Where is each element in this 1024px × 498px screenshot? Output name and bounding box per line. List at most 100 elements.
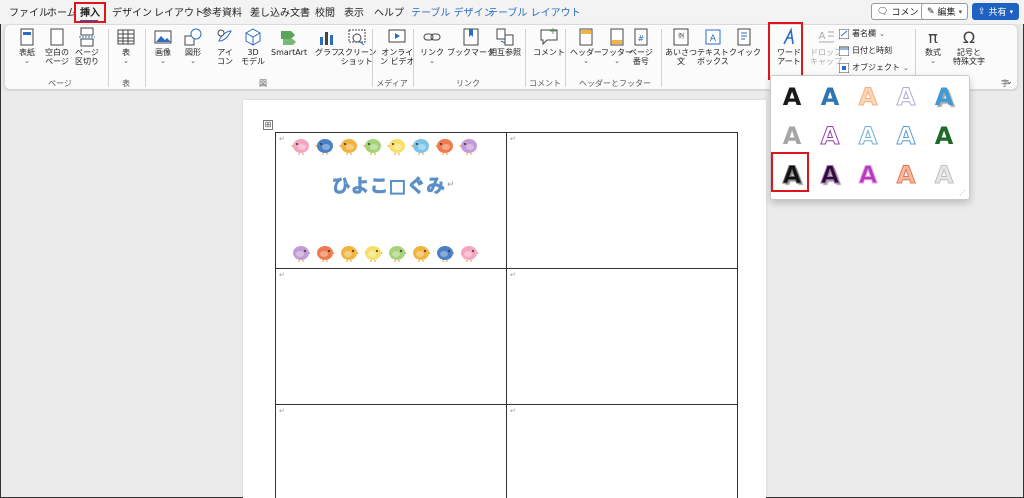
cell-end-mark: ↵ [279,407,285,415]
wordart-style-fill-silver[interactable]: A [927,158,961,192]
bird-icon [293,246,311,262]
object-icon [839,62,849,73]
wordart-style-fill-orange-bevel[interactable]: A [889,158,923,192]
bird-icon [315,139,333,155]
text-box-icon: A [705,29,721,45]
wordart-style-fill-black-purple-shadow[interactable]: A [813,158,847,192]
share-button[interactable]: ⇪ 共有 ▾ [972,3,1020,20]
page-number-icon: # [634,28,648,46]
comment-add-icon [540,28,558,46]
comment-icon: 🗨 [877,6,889,17]
bird-icon [387,139,405,155]
tab-insert[interactable]: 挿入 [80,4,100,19]
pi-icon: π [928,28,938,47]
wordart-style-fill-black-shadow[interactable]: A [775,158,809,192]
page-number-button[interactable]: # ページ 番号 [629,27,653,66]
blank-page-button[interactable]: 空白の ページ [45,27,69,66]
screenshot-button[interactable]: スクリーン ショット [337,27,377,66]
table-button[interactable]: 表 ⌄ [116,27,136,66]
bird-icon [363,139,381,155]
smartart-icon [281,31,297,45]
wordart-gallery: ⋰ AAAAAAAAAAAAAAA [770,75,970,200]
object-button[interactable]: オブジェクト ⌄ [839,62,909,73]
cross-reference-button[interactable]: 相互参照 [489,27,521,57]
table-move-handle-icon[interactable]: ⊞ [263,120,273,130]
tab-table-design[interactable]: テーブル デザイン [411,4,494,19]
group-label-media: メディア [376,79,408,88]
icons-button[interactable]: アイ コン [215,27,235,66]
wordart-style-fill-black[interactable]: A [775,80,809,114]
bird-icon [389,246,407,262]
paragraph-mark: ↵ [447,180,455,190]
tab-file[interactable]: ファイル [9,4,49,19]
wordart-style-fill-blue-shadow[interactable]: A [927,80,961,114]
wordart-style-fill-orange-outline[interactable]: A [851,80,885,114]
greeting-button[interactable]: 例 あいさつ文 [665,27,697,66]
page-break-button[interactable]: ページ 区切り [75,27,99,66]
group-label-pages: ページ [48,79,72,88]
bookmark-button[interactable]: ブックマーク [447,27,495,57]
picture-button[interactable]: 画像 ⌄ [153,27,173,66]
tab-mailings[interactable]: 差し込み文書 [250,4,310,19]
3d-models-button[interactable]: 3D モデル [241,27,265,66]
wordart-style-outline-lightblue[interactable]: A [851,119,885,153]
bird-icon [459,139,477,155]
svg-text:Ω: Ω [963,28,975,47]
cube-icon [245,28,261,46]
tab-home[interactable]: ホーム [47,4,77,19]
wordart-button[interactable]: ワード アート [777,27,801,66]
table-icon [117,29,135,45]
online-video-button[interactable]: オンライン ビデオ [380,27,415,66]
wordart-style-fill-gray[interactable]: A [775,119,809,153]
group-label-table: 表 [122,79,130,88]
tab-layout[interactable]: レイアウト [154,4,204,19]
chevron-down-icon: ▾ [1009,7,1014,16]
chevron-down-icon[interactable]: ⌄ [1005,77,1013,87]
signature-line-button[interactable]: 署名欄 ⌄ [839,28,885,39]
active-tab-indicator [80,20,98,22]
drop-cap-icon: A [819,31,834,43]
wordart-style-fill-white-outline-lavender[interactable]: A [889,80,923,114]
link-button[interactable]: リンク ⌄ [420,27,444,66]
screenshot-icon [348,29,366,46]
cell-end-mark: ↵ [510,271,516,279]
date-time-button[interactable]: 日付と時刻 [839,45,892,56]
calendar-icon [839,46,849,56]
wordart-style-outline-purple[interactable]: A [813,119,847,153]
symbol-button[interactable]: Ω 記号と 特殊文字 [953,27,985,66]
wordart-style-fill-green[interactable]: A [927,119,961,153]
bird-icon [437,246,455,262]
chart-button[interactable]: グラフ [315,27,339,57]
bird-icon [413,246,431,262]
wordart-style-outline-lightblue-2[interactable]: A [889,119,923,153]
tab-view[interactable]: 表示 [344,4,364,19]
share-icon: ⇪ [978,6,986,17]
omega-icon: Ω [963,28,975,47]
header-button[interactable]: ヘッダー ⌄ [570,27,602,66]
cover-page-button[interactable]: 表紙 ⌄ [17,27,37,66]
quick-parts-button[interactable]: クイック [729,27,761,57]
page-break-icon [79,27,95,47]
bird-icon [365,246,383,262]
text-box-button[interactable]: A テキスト ボックス [697,27,729,66]
tab-references[interactable]: 参考資料 [202,4,242,19]
bird-icon [435,139,453,155]
drop-cap-button[interactable]: A ドロップ キャップ [810,27,842,66]
wordart-style-fill-magenta[interactable]: A [851,158,885,192]
equation-button[interactable]: π 数式 ⌄ [923,27,943,66]
label-title-text[interactable]: ひよこ□ぐみ [332,172,446,198]
group-label-illustrations: 図 [259,79,267,88]
wordart-icon [783,27,794,45]
wordart-style-fill-blue-accent[interactable]: A [813,80,847,114]
online-video-icon [388,29,406,43]
smartart-button[interactable]: SmartArt [271,27,307,57]
bird-icon [341,246,359,262]
shapes-button[interactable]: 図形 ⌄ [183,27,203,66]
new-comment-button[interactable]: コメント [533,27,565,57]
tab-table-layout[interactable]: テーブル レイアウト [488,4,581,19]
tab-review[interactable]: 校閲 [315,4,335,19]
svg-text:例: 例 [678,32,684,40]
tab-design[interactable]: デザイン [112,4,152,19]
editing-mode-button[interactable]: ✎ 編集 ▾ [921,3,969,20]
tab-help[interactable]: ヘルプ [374,4,404,19]
